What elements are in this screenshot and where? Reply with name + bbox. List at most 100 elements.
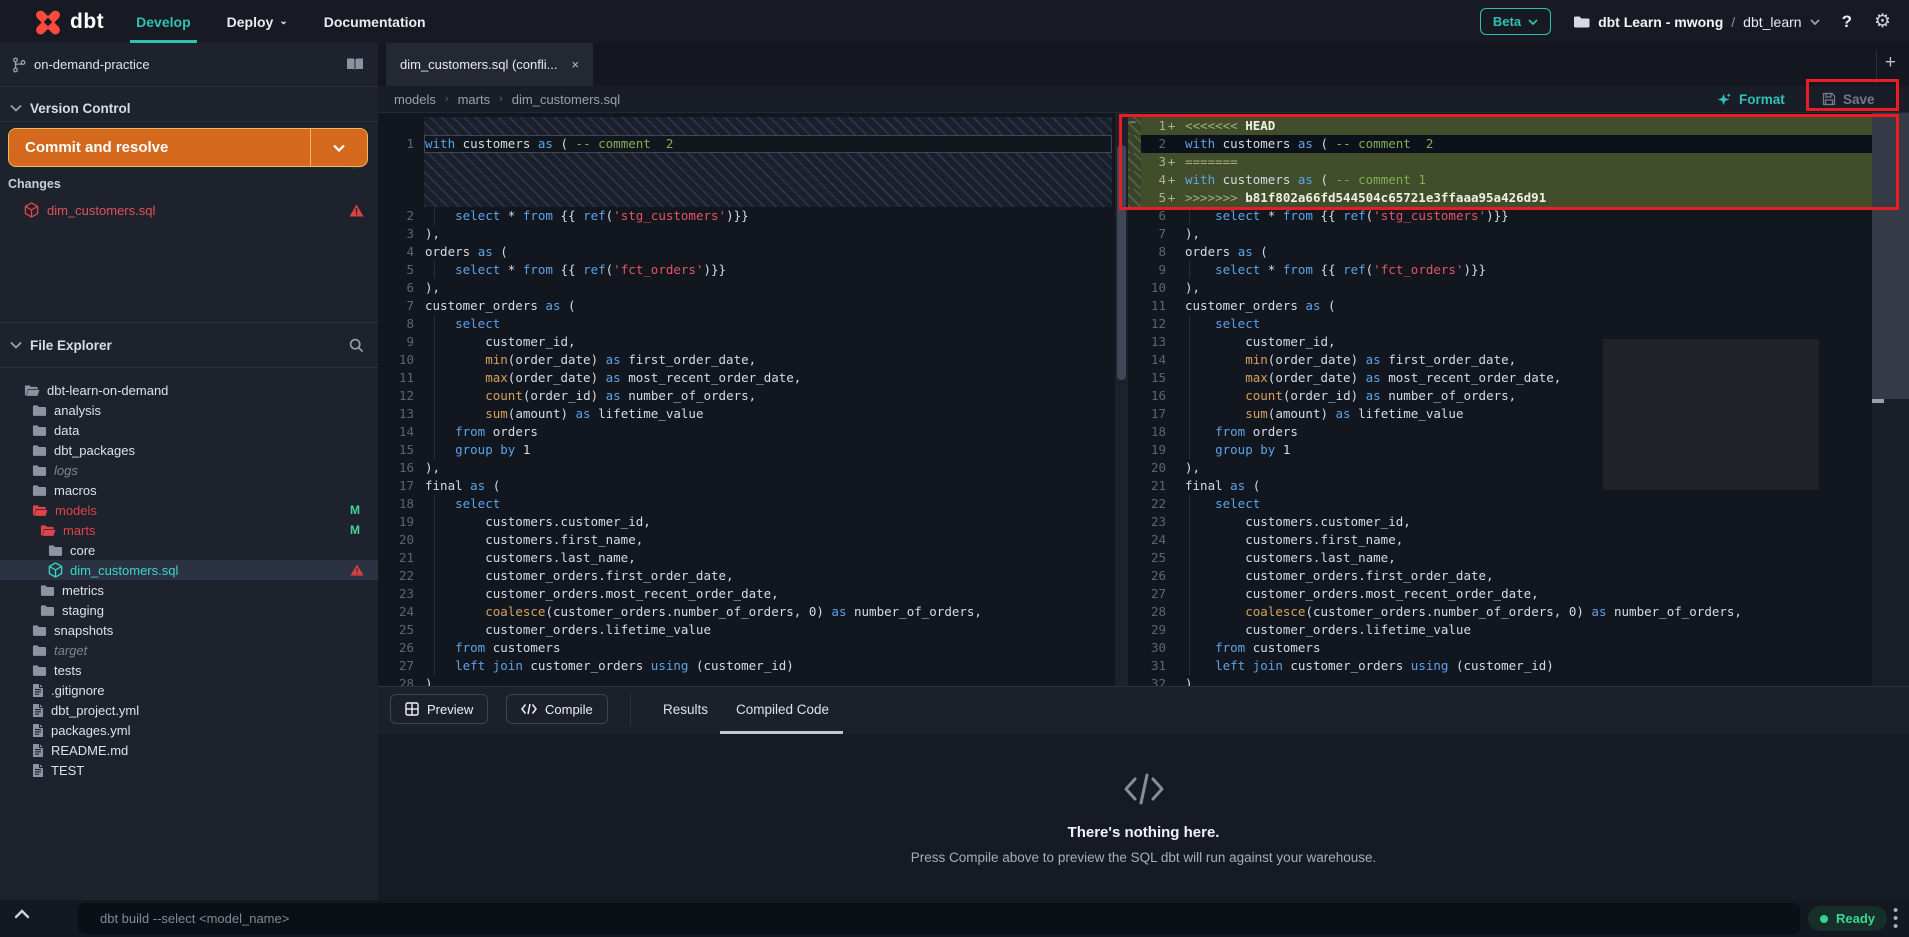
- code-line-23[interactable]: 23 customer_orders.most_recent_order_dat…: [378, 585, 1115, 603]
- format-button[interactable]: Format: [1717, 86, 1785, 112]
- project-switcher[interactable]: dbt Learn - mwong / dbt_learn: [1573, 14, 1820, 30]
- branch-row[interactable]: on-demand-practice: [0, 43, 378, 87]
- expand-panel-chevron-up[interactable]: [14, 909, 30, 919]
- folded-conflict-region[interactable]: [424, 117, 1112, 135]
- tree-item-core[interactable]: core: [0, 540, 378, 560]
- beta-button[interactable]: Beta: [1480, 8, 1551, 35]
- book-icon[interactable]: [346, 57, 364, 72]
- code-line-28[interactable]: 28): [378, 675, 1115, 686]
- sql-editor-pane[interactable]: 1with customers as ( -- comment 2 2 selec…: [378, 113, 1115, 686]
- code-line-5[interactable]: 5+>>>>>>> b81f802a66fd544504c65721e3ffaa…: [1128, 189, 1909, 207]
- file-explorer-header[interactable]: File Explorer: [0, 330, 378, 360]
- code-line-5[interactable]: 5 select * from {{ ref('fct_orders')}}: [378, 261, 1115, 279]
- code-line-27[interactable]: 27 left join customer_orders using (cust…: [378, 657, 1115, 675]
- tree-item-dbt-project-yml[interactable]: dbt_project.yml: [0, 700, 378, 720]
- code-line-9[interactable]: 9 customer_id,: [378, 333, 1115, 351]
- code-line-4[interactable]: 4+with customers as ( -- comment 1: [1128, 171, 1909, 189]
- code-line-31[interactable]: 31 left join customer_orders using (cust…: [1128, 657, 1909, 675]
- code-line-8[interactable]: 8 select: [378, 315, 1115, 333]
- compile-button[interactable]: Compile: [506, 694, 608, 724]
- code-line-2[interactable]: 2 select * from {{ ref('stg_customers')}…: [378, 207, 1115, 225]
- tree-item--gitignore[interactable]: .gitignore: [0, 680, 378, 700]
- tree-item-analysis[interactable]: analysis: [0, 400, 378, 420]
- status-badge[interactable]: Ready: [1808, 906, 1887, 931]
- tree-item-snapshots[interactable]: snapshots: [0, 620, 378, 640]
- diff-scrollbar-thumb[interactable]: [1872, 113, 1909, 399]
- editor-tab-dim-customers[interactable]: dim_customers.sql (confli... ×: [386, 43, 593, 86]
- tree-item-models[interactable]: modelsM: [0, 500, 378, 520]
- code-line-28[interactable]: 28 coalesce(customer_orders.number_of_or…: [1128, 603, 1909, 621]
- editor-scrollbar-thumb[interactable]: [1117, 145, 1126, 380]
- code-line-32[interactable]: 32): [1128, 675, 1909, 686]
- code-line-1[interactable]: 1with customers as ( -- comment 2: [378, 135, 1115, 153]
- code-line-22[interactable]: 22 customer_orders.first_order_date,: [378, 567, 1115, 585]
- tree-item-target[interactable]: target: [0, 640, 378, 660]
- commit-and-resolve-button[interactable]: Commit and resolve: [8, 128, 368, 167]
- new-tab-plus-button[interactable]: +: [1885, 52, 1896, 74]
- code-line-23[interactable]: 23 customers.customer_id,: [1128, 513, 1909, 531]
- code-line-3[interactable]: 3),: [378, 225, 1115, 243]
- code-line-16[interactable]: 16),: [378, 459, 1115, 477]
- tree-item-dbt-learn-on-demand[interactable]: dbt-learn-on-demand: [0, 380, 378, 400]
- code-line-3[interactable]: 3+=======: [1128, 153, 1909, 171]
- tree-item-macros[interactable]: macros: [0, 480, 378, 500]
- save-button[interactable]: Save: [1822, 86, 1875, 112]
- dbt-logo[interactable]: dbt: [34, 8, 104, 36]
- close-tab-icon[interactable]: ×: [572, 57, 580, 72]
- code-line-6[interactable]: 6),: [378, 279, 1115, 297]
- code-line-4[interactable]: 4orders as (: [378, 243, 1115, 261]
- fold-marker[interactable]: −: [1129, 115, 1136, 129]
- code-line-7[interactable]: 7),: [1128, 225, 1909, 243]
- code-line-25[interactable]: 25 customers.last_name,: [1128, 549, 1909, 567]
- settings-gear-button[interactable]: ⚙: [1874, 10, 1891, 33]
- tree-item-metrics[interactable]: metrics: [0, 580, 378, 600]
- code-line-10[interactable]: 10),: [1128, 279, 1909, 297]
- commit-options-chevron[interactable]: [310, 129, 367, 166]
- code-line-1[interactable]: 1+<<<<<<< HEAD: [1128, 117, 1909, 135]
- tree-item-data[interactable]: data: [0, 420, 378, 440]
- tree-item-dbt-packages[interactable]: dbt_packages: [0, 440, 378, 460]
- search-icon[interactable]: [349, 338, 364, 353]
- tree-item-packages-yml[interactable]: packages.yml: [0, 720, 378, 740]
- code-line-30[interactable]: 30 from customers: [1128, 639, 1909, 657]
- code-line-12[interactable]: 12 select: [1128, 315, 1909, 333]
- code-line-17[interactable]: 17final as (: [378, 477, 1115, 495]
- tab-compiled-code[interactable]: Compiled Code: [736, 687, 829, 731]
- nav-item-develop[interactable]: Develop: [136, 0, 190, 43]
- tree-item-logs[interactable]: logs: [0, 460, 378, 480]
- code-line-6[interactable]: 6 select * from {{ ref('stg_customers')}…: [1128, 207, 1909, 225]
- nav-item-documentation[interactable]: Documentation: [324, 0, 426, 43]
- code-line-14[interactable]: 14 from orders: [378, 423, 1115, 441]
- code-line-19[interactable]: 19 customers.customer_id,: [378, 513, 1115, 531]
- code-line-12[interactable]: 12 count(order_id) as number_of_orders,: [378, 387, 1115, 405]
- kebab-menu-icon[interactable]: •••: [1893, 907, 1898, 931]
- breadcrumb-item[interactable]: dim_customers.sql: [512, 92, 620, 107]
- tree-item-staging[interactable]: staging: [0, 600, 378, 620]
- changed-file-row[interactable]: dim_customers.sql: [0, 199, 378, 221]
- tree-item-tests[interactable]: tests: [0, 660, 378, 680]
- code-line-26[interactable]: 26 from customers: [378, 639, 1115, 657]
- code-line-27[interactable]: 27 customer_orders.most_recent_order_dat…: [1128, 585, 1909, 603]
- code-line-18[interactable]: 18 select: [378, 495, 1115, 513]
- tab-results[interactable]: Results: [663, 687, 708, 731]
- code-line-7[interactable]: 7customer_orders as (: [378, 297, 1115, 315]
- code-line-25[interactable]: 25 customer_orders.lifetime_value: [378, 621, 1115, 639]
- code-line-9[interactable]: 9 select * from {{ ref('fct_orders')}}: [1128, 261, 1909, 279]
- code-line-15[interactable]: 15 group by 1: [378, 441, 1115, 459]
- code-line-10[interactable]: 10 min(order_date) as first_order_date,: [378, 351, 1115, 369]
- code-line-8[interactable]: 8orders as (: [1128, 243, 1909, 261]
- code-line-26[interactable]: 26 customer_orders.first_order_date,: [1128, 567, 1909, 585]
- code-line-22[interactable]: 22 select: [1128, 495, 1909, 513]
- code-line-13[interactable]: 13 sum(amount) as lifetime_value: [378, 405, 1115, 423]
- tree-item-marts[interactable]: martsM: [0, 520, 378, 540]
- code-line-11[interactable]: 11 max(order_date) as most_recent_order_…: [378, 369, 1115, 387]
- code-line-24[interactable]: 24 coalesce(customer_orders.number_of_or…: [378, 603, 1115, 621]
- code-line-20[interactable]: 20 customers.first_name,: [378, 531, 1115, 549]
- breadcrumb-item[interactable]: models: [394, 92, 436, 107]
- code-line-11[interactable]: 11customer_orders as (: [1128, 297, 1909, 315]
- preview-button[interactable]: Preview: [390, 694, 488, 724]
- code-line-2[interactable]: 2with customers as ( -- comment 2: [1128, 135, 1909, 153]
- tree-item-test[interactable]: TEST: [0, 760, 378, 780]
- folded-conflict-region[interactable]: [424, 153, 1112, 207]
- code-line-29[interactable]: 29 customer_orders.lifetime_value: [1128, 621, 1909, 639]
